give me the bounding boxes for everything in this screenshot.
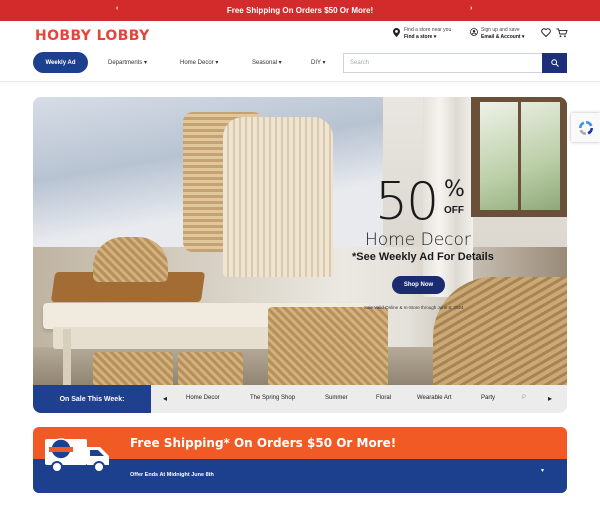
find-store-top: Find a store near you (404, 27, 452, 33)
nav-diy[interactable]: DIY ▾ (311, 59, 326, 66)
free-shipping-banner[interactable]: Free Shipping* On Orders $50 Or More! Of… (33, 427, 567, 493)
nav-departments[interactable]: Departments ▾ (108, 59, 147, 66)
hero-banner[interactable]: 50 % OFF Home Decor *See Weekly Ad For D… (33, 97, 567, 387)
hero-fringe-throw (223, 117, 333, 277)
on-sale-prev-icon[interactable]: ◂ (163, 394, 167, 403)
promo-text[interactable]: Free Shipping On Orders $50 Or More! (227, 6, 373, 15)
search-icon (550, 59, 559, 67)
on-sale-item-partial[interactable]: P (522, 395, 526, 401)
main-nav: Weekly Ad Departments ▾ Home Decor ▾ Sea… (0, 52, 600, 74)
on-sale-next-icon[interactable]: ▸ (548, 394, 552, 403)
on-sale-item-floral[interactable]: Floral (376, 395, 391, 401)
on-sale-item-wearable-art[interactable]: Wearable Art (417, 395, 452, 401)
promo-prev-arrow[interactable]: ‹ (116, 5, 118, 12)
hero-bench-leg (63, 329, 71, 387)
promo-bar: ‹ Free Shipping On Orders $50 Or More! › (0, 0, 600, 21)
wishlist-heart-icon[interactable] (541, 28, 551, 37)
hero-percent-sign: % (444, 177, 465, 202)
account-icon (470, 28, 478, 36)
recaptcha-badge[interactable] (571, 113, 600, 142)
free-shipping-expand-icon[interactable]: ▾ (541, 467, 544, 474)
free-shipping-subtitle: Offer Ends At Midnight June 8th (130, 472, 214, 478)
on-sale-label: On Sale This Week: (33, 385, 151, 413)
nav-seasonal[interactable]: Seasonal ▾ (252, 59, 282, 66)
hero-fine-print: Sale Valid Online & In-Store through Jun… (364, 305, 464, 310)
cart-icon[interactable] (556, 28, 568, 38)
search-button[interactable] (542, 53, 567, 73)
nav-home-decor[interactable]: Home Decor ▾ (180, 59, 218, 66)
account-link[interactable]: Sign up and save Email & Account ▾ (470, 27, 524, 41)
free-shipping-bottom (33, 459, 567, 493)
hero-window-mullion (518, 102, 521, 210)
shop-now-button[interactable]: Shop Now (392, 276, 445, 294)
account-top: Sign up and save (481, 27, 520, 33)
hero-basket (178, 352, 243, 387)
hero-percent: 50 (375, 172, 439, 232)
hobby-lobby-logo[interactable]: HOBBY LOBBY (35, 28, 150, 44)
on-sale-item-summer[interactable]: Summer (325, 395, 348, 401)
on-sale-item-party[interactable]: Party (481, 395, 495, 401)
hero-tall-basket (268, 307, 388, 387)
account-bottom[interactable]: Email & Account ▾ (481, 34, 524, 41)
hero-subline: *See Weekly Ad For Details (352, 251, 494, 263)
header-divider (0, 81, 600, 82)
find-store-link[interactable]: Find a store near you Find a store ▾ (393, 27, 452, 41)
hero-headline: Home Decor (365, 230, 471, 250)
on-sale-bar: On Sale This Week: ◂ Home Decor The Spri… (33, 385, 567, 413)
weekly-ad-button[interactable]: Weekly Ad (33, 52, 88, 73)
on-sale-item-home-decor[interactable]: Home Decor (186, 395, 220, 401)
promo-next-arrow[interactable]: › (470, 5, 472, 12)
location-pin-icon (393, 28, 400, 37)
find-store-bottom[interactable]: Find a store ▾ (404, 34, 451, 41)
hero-basket (93, 352, 173, 387)
on-sale-item-spring-shop[interactable]: The Spring Shop (250, 395, 295, 401)
free-shipping-title: Free Shipping* On Orders $50 Or More! (130, 436, 397, 450)
recaptcha-icon (578, 120, 593, 135)
hero-round-basket (433, 277, 567, 387)
search-input[interactable]: Search (343, 53, 542, 73)
hero-off: OFF (444, 205, 464, 216)
delivery-truck-icon (45, 438, 109, 473)
hero-plant-basket (93, 237, 168, 282)
